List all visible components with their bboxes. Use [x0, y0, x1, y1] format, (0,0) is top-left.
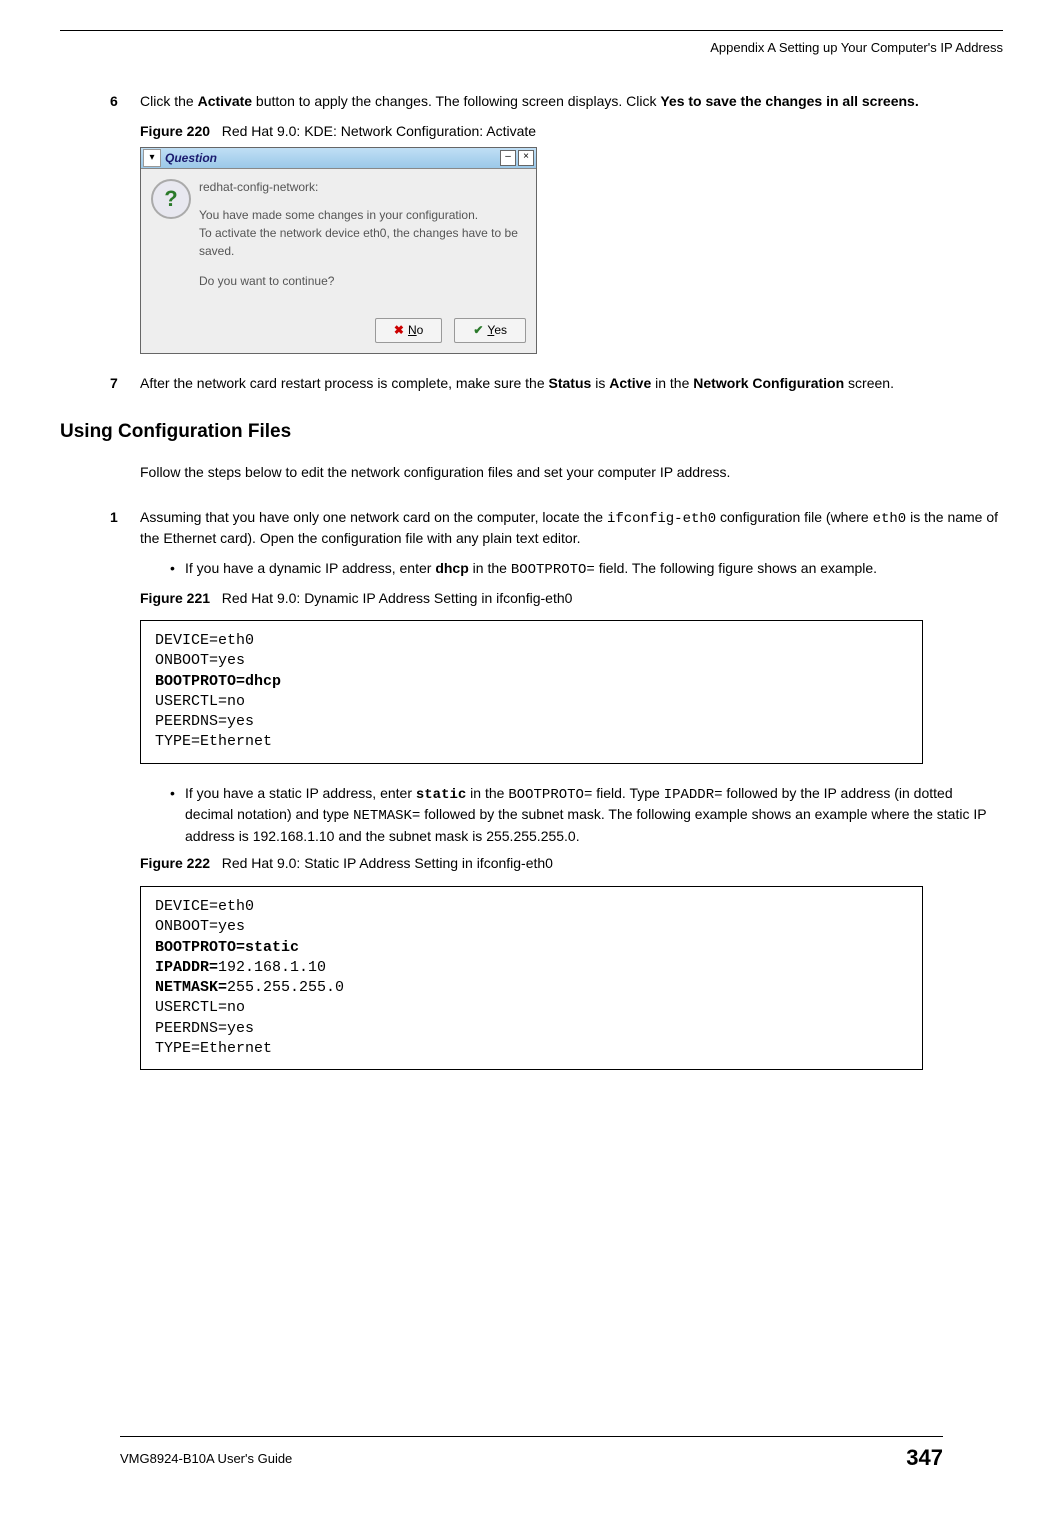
code-block-static: DEVICE=eth0 ONBOOT=yes BOOTPROTO=static … [140, 886, 923, 1070]
figure-221-caption: Figure 221 Red Hat 9.0: Dynamic IP Addre… [60, 589, 1003, 609]
minimize-icon[interactable]: – [500, 150, 516, 166]
question-dialog: ▾ Question – × ? redhat-config-network: … [140, 147, 537, 354]
yes-icon: ✔ [473, 322, 483, 339]
dialog-system-menu-icon[interactable]: ▾ [143, 149, 161, 167]
dialog-subtitle: redhat-config-network: [199, 179, 526, 196]
section-heading: Using Configuration Files [60, 419, 1003, 446]
step-number: 6 [110, 92, 140, 112]
page-footer: VMG8924-B10A User's Guide 347 [120, 1436, 943, 1474]
close-icon[interactable]: × [518, 150, 534, 166]
dialog-message: You have made some changes in your confi… [199, 206, 526, 260]
step-text: Assuming that you have only one network … [140, 508, 1003, 549]
question-icon: ? [151, 179, 191, 219]
intro-text: Follow the steps below to edit the netwo… [60, 463, 1003, 483]
step-1: 1 Assuming that you have only one networ… [60, 508, 1003, 549]
dialog-titlebar: ▾ Question – × [141, 148, 536, 169]
figure-220-caption: Figure 220 Red Hat 9.0: KDE: Network Con… [60, 122, 1003, 142]
no-button[interactable]: ✖ No [375, 318, 442, 343]
step-text: Click the Activate button to apply the c… [140, 92, 1003, 112]
code-block-dhcp: DEVICE=eth0 ONBOOT=yes BOOTPROTO=dhcp US… [140, 620, 923, 764]
yes-button[interactable]: ✔ Yes [454, 318, 526, 343]
no-icon: ✖ [394, 322, 404, 339]
footer-guide-name: VMG8924-B10A User's Guide [120, 1450, 292, 1468]
step-text: After the network card restart process i… [140, 374, 1003, 394]
dialog-question: Do you want to continue? [199, 272, 526, 290]
step-7: 7 After the network card restart process… [60, 374, 1003, 394]
page-number: 347 [906, 1443, 943, 1474]
figure-222-caption: Figure 222 Red Hat 9.0: Static IP Addres… [60, 854, 1003, 874]
dialog-title: Question [165, 150, 500, 167]
page-header: Appendix A Setting up Your Computer's IP… [60, 39, 1003, 57]
bullet-dynamic-ip: • If you have a dynamic IP address, ente… [60, 559, 1003, 581]
step-number: 1 [110, 508, 140, 549]
step-number: 7 [110, 374, 140, 394]
step-6: 6 Click the Activate button to apply the… [60, 92, 1003, 112]
bullet-static-ip: • If you have a static IP address, enter… [60, 784, 1003, 847]
